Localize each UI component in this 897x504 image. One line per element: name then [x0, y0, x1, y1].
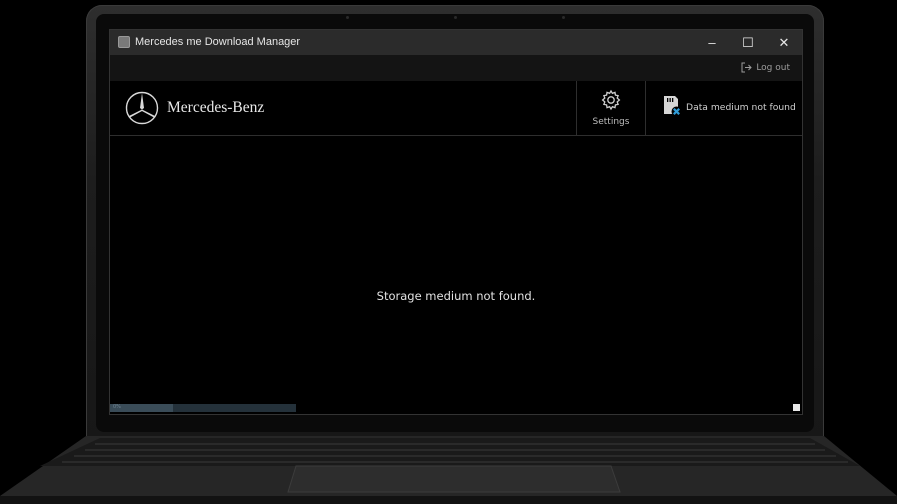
bezel-dot: [346, 16, 349, 19]
close-button[interactable]: ✕: [766, 30, 802, 55]
settings-button[interactable]: Settings: [576, 81, 646, 135]
maximize-button[interactable]: ☐: [730, 30, 766, 55]
settings-label: Settings: [592, 117, 630, 127]
app-icon: [118, 36, 130, 48]
minimize-icon: –: [708, 35, 716, 50]
brand-name: Mercedes-Benz: [167, 99, 265, 116]
logout-icon: [741, 62, 753, 73]
bezel-dot: [562, 16, 565, 19]
gear-icon: [601, 89, 621, 111]
maximize-icon: ☐: [742, 34, 754, 50]
brand-logo: Mercedes-Benz: [125, 91, 264, 125]
close-icon: ✕: [778, 34, 790, 50]
title-bar[interactable]: Mercedes me Download Manager – ☐ ✕: [110, 30, 802, 55]
progress-text: 0%: [113, 404, 121, 410]
account-bar: Log out: [110, 55, 802, 81]
sd-card-error-icon: [664, 96, 682, 117]
progress-bar: 0%: [110, 404, 296, 412]
camera-dot: [454, 16, 457, 19]
logout-label: Log out: [756, 62, 790, 73]
empty-state-message: Storage medium not found.: [376, 289, 536, 303]
logout-link[interactable]: Log out: [741, 62, 790, 73]
data-medium-status[interactable]: Data medium not found: [645, 81, 802, 135]
laptop-base: [0, 436, 897, 504]
status-bar: 0%: [110, 404, 802, 414]
minimize-button[interactable]: –: [694, 30, 730, 55]
download-manager-window: Mercedes me Download Manager – ☐ ✕ Log o…: [110, 30, 802, 414]
app-header: Mercedes-Benz Settings Data medium not f…: [110, 81, 802, 136]
mercedes-star-icon: [125, 91, 159, 125]
corner-scroll-button[interactable]: [793, 404, 800, 411]
window-title: Mercedes me Download Manager: [135, 36, 301, 48]
main-content: Storage medium not found.: [110, 136, 802, 404]
data-medium-status-label: Data medium not found: [686, 102, 796, 113]
